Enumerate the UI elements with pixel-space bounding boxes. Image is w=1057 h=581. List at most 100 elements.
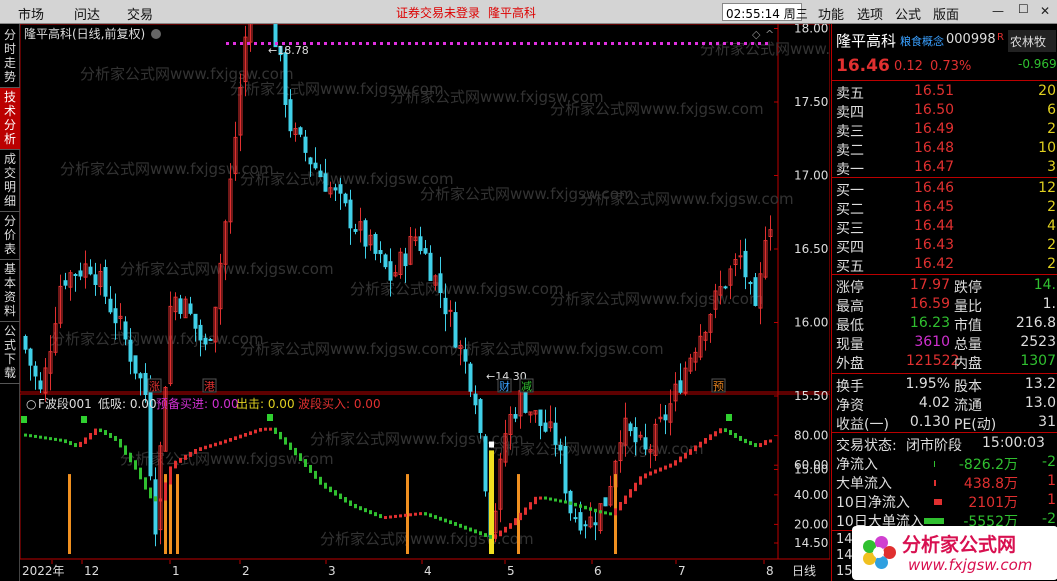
menu-ask[interactable]: 问达	[74, 4, 100, 23]
osc-mark-65	[349, 500, 352, 506]
sector-change: -0.969	[1018, 57, 1057, 71]
candle-body-66	[353, 229, 358, 232]
menu-trade[interactable]: 交易	[127, 4, 153, 23]
ask-row-3[interactable]: 卖二 16.48 10	[836, 140, 1056, 159]
osc-mark-87	[459, 523, 462, 528]
signal-dot	[338, 42, 341, 45]
menu-function[interactable]: 功能	[818, 4, 844, 23]
signal-dot	[233, 42, 236, 45]
event-marker-4[interactable]: 预	[713, 380, 724, 393]
chart-area[interactable]: 隆平高科(日线,前复权) ◇ ^ 分析家公式网www.fxjgsw.com 分析家公式网…	[19, 0, 914, 581]
sidebar-tab-4[interactable]: 基本资料	[0, 260, 20, 322]
candle-body-57	[308, 157, 313, 165]
candle-body-58	[313, 162, 318, 169]
osc-mark-143	[739, 435, 742, 441]
ask-row-0[interactable]: 卖五 16.51 20	[836, 83, 1056, 102]
x-label-5: 4	[424, 564, 432, 578]
candle-body-103	[538, 409, 543, 426]
signal-dot	[345, 42, 348, 45]
login-status[interactable]: 证券交易未登录	[396, 4, 480, 21]
osc-mark-90	[474, 529, 477, 534]
bid-row-2[interactable]: 买三 16.44 4	[836, 218, 1056, 237]
osc-mark-53	[289, 442, 292, 450]
sidebar-tab-3[interactable]: 分价表	[0, 212, 20, 260]
bid-row-1-price: 16.45	[914, 199, 955, 215]
ind-tick-3: 20.00	[794, 517, 828, 531]
stat-b-label-3: 总量	[954, 337, 982, 353]
sidebar-tab-0[interactable]: 分时走势	[0, 26, 20, 88]
candle-body-121	[628, 423, 633, 432]
signal-dot	[492, 42, 495, 45]
stat2-a-value-1: 4.02	[918, 395, 950, 411]
candle-body-65	[348, 199, 353, 229]
osc-mark-73	[389, 515, 392, 519]
signal-dot	[555, 42, 558, 45]
event-marker-1[interactable]: 港	[204, 380, 215, 393]
candle-body-62	[333, 187, 338, 191]
sidebar-tab-5[interactable]: 公式下载	[0, 322, 20, 384]
osc-mark-68	[364, 508, 367, 513]
menu-layout[interactable]: 版面	[933, 4, 959, 23]
chart-svg[interactable]: 隆平高科(日线,前复权) ◇ ^分析家公式网www.fxjgsw.com分析家公式网…	[19, 0, 914, 581]
period-label[interactable]: 日线	[792, 564, 816, 578]
sidebar-tab-2[interactable]: 成交明细	[0, 150, 20, 212]
bid-row-1[interactable]: 买二 16.45 2	[836, 199, 1056, 218]
osc-mark-140	[724, 428, 727, 433]
osc-mark-17	[109, 433, 112, 438]
chart-options-icon[interactable]	[151, 29, 161, 39]
candle-body-37	[208, 338, 213, 341]
ask-row-1[interactable]: 卖四 16.50 6	[836, 102, 1056, 121]
candle-body-145	[748, 282, 753, 285]
quote-badge: R	[997, 32, 1004, 43]
osc-mark-106	[554, 498, 557, 502]
osc-mark-69	[369, 510, 372, 515]
signal-dot	[324, 42, 327, 45]
flow-label-2: 10日净流入	[836, 495, 910, 511]
signal-dot	[681, 42, 684, 45]
ask-row-2[interactable]: 卖三 16.49 2	[836, 121, 1056, 140]
signal-dot	[401, 42, 404, 45]
event-marker-2[interactable]: 财	[499, 379, 510, 393]
osc-mark-41	[229, 438, 232, 442]
flow-value-2: 2101万	[968, 495, 1018, 511]
osc-mark-126	[654, 469, 657, 474]
close-icon[interactable]: ✕	[1040, 4, 1050, 18]
osc-mark-137	[709, 434, 712, 441]
osc-mark-111	[579, 504, 582, 508]
indicator-options-icon[interactable]: ○	[26, 397, 36, 411]
orange-bar-2	[169, 474, 172, 554]
sector-name[interactable]: 农林牧	[1008, 30, 1056, 52]
stat2-b-value-0: 13.2	[1024, 376, 1056, 392]
osc-mark-115	[599, 510, 602, 514]
sidebar-tab-1[interactable]: 技术分析	[0, 88, 20, 150]
osc-mark-23	[139, 467, 142, 480]
signal-dot	[394, 42, 397, 45]
menu-option[interactable]: 选项	[857, 4, 883, 23]
event-marker-0[interactable]: 涨	[149, 380, 160, 393]
osc-mark-4	[44, 436, 47, 440]
event-marker-3[interactable]: 减	[521, 380, 532, 393]
minimize-icon[interactable]: —	[992, 4, 1004, 18]
flow-tail-0: -2	[1042, 454, 1056, 470]
stat-a-value-4: 121522	[906, 353, 960, 369]
bid-row-4[interactable]: 买五 16.42 2	[836, 256, 1056, 275]
osc-mark-77	[409, 513, 412, 517]
signal-dot	[240, 42, 243, 45]
maximize-icon[interactable]: ☐	[1018, 2, 1029, 16]
menu-market[interactable]: 市场	[18, 4, 44, 23]
ask-row-4[interactable]: 卖一 16.47 3	[836, 159, 1056, 178]
osc-mark-36	[204, 445, 207, 450]
osc-mark-40	[224, 439, 227, 444]
quote-concept[interactable]: 粮食概念	[900, 33, 944, 49]
signal-dot	[737, 42, 740, 45]
osc-mark-62	[334, 490, 337, 496]
osc-mark-130	[674, 460, 677, 466]
ask-row-0-price: 16.51	[914, 83, 955, 99]
bid-row-3[interactable]: 买四 16.43 2	[836, 237, 1056, 256]
stat-b-value-0: 14.	[1033, 277, 1056, 293]
signal-dot	[520, 42, 523, 45]
osc-mark-54	[294, 447, 297, 456]
bid-row-0[interactable]: 买一 16.46 12	[836, 180, 1056, 199]
menu-formula[interactable]: 公式	[895, 4, 921, 23]
signal-dot	[380, 42, 383, 45]
